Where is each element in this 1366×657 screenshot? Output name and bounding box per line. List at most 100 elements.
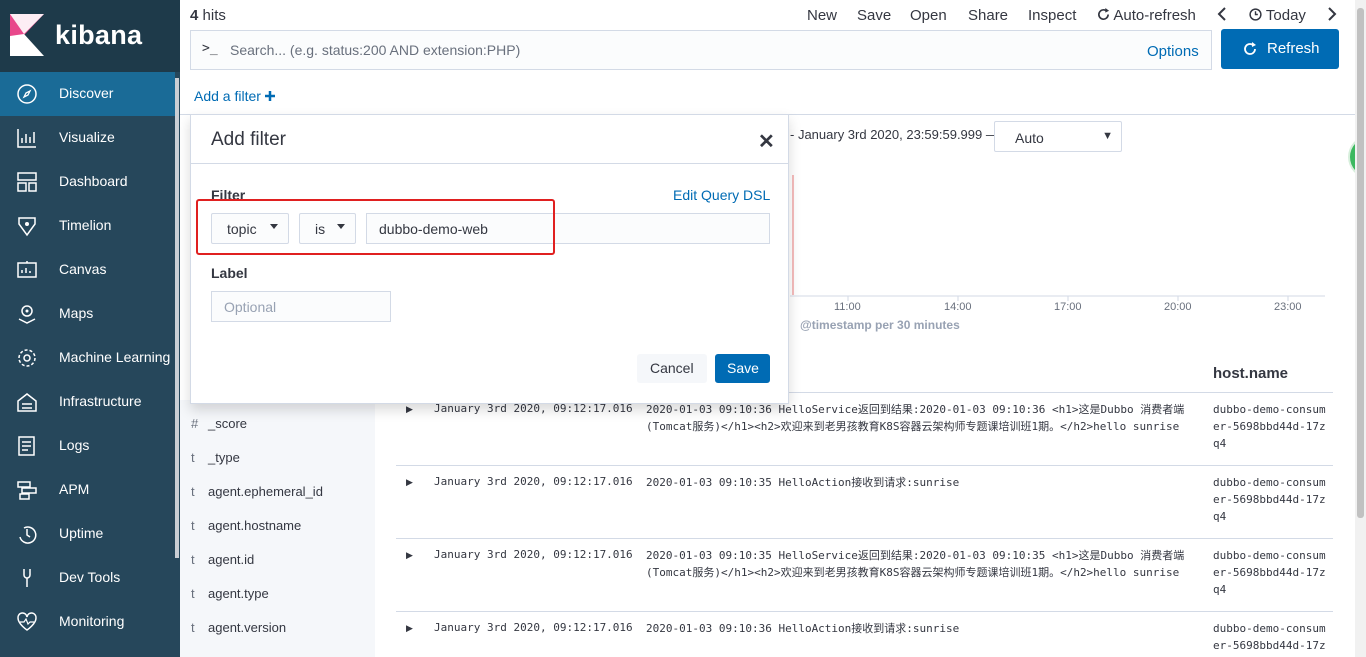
query-language-icon: >_ <box>202 41 218 56</box>
doc-message: 2020-01-03 09:10:36 HelloService返回到结果:20… <box>646 403 1185 433</box>
sidebar-item-logs[interactable]: Logs <box>0 424 175 468</box>
field-item[interactable]: t _type <box>191 450 240 465</box>
doc-timestamp: January 3rd 2020, 09:12:17.016 <box>434 548 633 561</box>
cancel-button[interactable]: Cancel <box>637 354 707 383</box>
save-button[interactable]: Save <box>715 354 770 383</box>
sidebar-item-label: Maps <box>59 305 94 321</box>
sidebar-item-infrastructure[interactable]: Infrastructure <box>0 380 175 424</box>
maps-icon <box>18 305 36 324</box>
field-item[interactable]: t agent.hostname <box>191 518 301 533</box>
field-type-icon: t <box>191 484 195 499</box>
x-tick-label: 14:00 <box>944 301 972 313</box>
x-tick-label: 20:00 <box>1164 301 1192 313</box>
popover-title: Add filter <box>211 129 286 150</box>
menu-new[interactable]: New <box>807 7 837 24</box>
time-picker[interactable]: Today <box>1249 7 1306 24</box>
search-bar[interactable]: >_ Search... (e.g. status:200 AND extens… <box>190 30 1212 70</box>
custom-label-input[interactable]: Optional <box>211 291 391 322</box>
field-item[interactable]: # _score <box>191 416 247 431</box>
field-type-icon: t <box>191 518 195 533</box>
canvas-icon <box>17 261 37 278</box>
menu-save[interactable]: Save <box>857 7 891 24</box>
chevron-right-icon <box>1328 7 1337 21</box>
refresh-icon <box>1244 42 1256 55</box>
sidebar-item-visualize[interactable]: Visualize <box>0 116 175 160</box>
page-scrollbar-thumb[interactable] <box>1357 8 1364 518</box>
column-header-host-name[interactable]: host.name <box>1213 365 1288 382</box>
sidebar-item-label: Dashboard <box>59 173 128 189</box>
dashboard-icon <box>17 172 37 192</box>
doc-timestamp: January 3rd 2020, 09:12:17.016 <box>434 475 633 488</box>
uptime-icon <box>19 526 37 544</box>
expand-row-icon[interactable]: ▶ <box>406 623 413 634</box>
wrench-icon <box>23 569 31 587</box>
caret-down-icon: ▼ <box>1102 130 1113 142</box>
close-icon[interactable]: ✕ <box>758 129 775 154</box>
timelion-icon <box>18 217 36 237</box>
sidebar-item-machine-learning[interactable]: Machine Learning <box>0 336 175 380</box>
annotation-highlight <box>196 199 555 255</box>
add-filter-link[interactable]: Add a filter <box>194 88 275 104</box>
edit-query-dsl-link[interactable]: Edit Query DSL <box>673 187 770 203</box>
chevron-left-icon <box>1217 7 1226 21</box>
doc-host: dubbo-demo-consumer-5698bbd44d-17zq4 <box>1213 476 1326 523</box>
histogram-chart <box>790 175 1325 301</box>
expand-row-icon[interactable]: ▶ <box>406 404 413 415</box>
sidebar-item-dev-tools[interactable]: Dev Tools <box>0 556 175 600</box>
expand-row-icon[interactable]: ▶ <box>406 477 413 488</box>
doc-host: dubbo-demo-consumer-5698bbd44d-17zq4 <box>1213 622 1326 657</box>
sidebar-item-canvas[interactable]: Canvas <box>0 248 175 292</box>
menu-inspect[interactable]: Inspect <box>1028 7 1076 24</box>
doc-message: 2020-01-03 09:10:35 HelloService返回到结果:20… <box>646 549 1185 579</box>
sidebar-item-label: Discover <box>59 85 114 101</box>
auto-refresh-button[interactable]: Auto-refresh <box>1097 7 1196 24</box>
doc-timestamp: January 3rd 2020, 09:12:17.016 <box>434 621 633 634</box>
sidebar-item-monitoring[interactable]: Monitoring <box>0 600 175 644</box>
field-item[interactable]: t agent.id <box>191 552 254 567</box>
sidebar-item-discover[interactable]: Discover <box>0 72 175 116</box>
x-tick-label: 23:00 <box>1274 301 1302 313</box>
sidebar-item-timelion[interactable]: Timelion <box>0 204 175 248</box>
expand-row-icon[interactable]: ▶ <box>406 550 413 561</box>
sidebar-item-apm[interactable]: APM <box>0 468 175 512</box>
field-type-icon: t <box>191 586 195 601</box>
search-options-link[interactable]: Options <box>1147 43 1199 60</box>
sidebar-scrollbar[interactable] <box>175 78 179 558</box>
menu-share[interactable]: Share <box>968 7 1008 24</box>
field-item[interactable]: t agent.ephemeral_id <box>191 484 323 499</box>
custom-label-placeholder: Optional <box>224 299 277 315</box>
time-prev-button[interactable] <box>1217 7 1227 25</box>
heartbeat-icon <box>17 612 37 631</box>
sidebar: kibana Discover Visualize Dashboard Time… <box>0 0 180 657</box>
time-picker-label: Today <box>1265 7 1306 24</box>
add-filter-popover: Add filter ✕ Filter Edit Query DSL topic… <box>190 114 789 404</box>
x-axis-label: @timestamp per 30 minutes <box>800 318 960 332</box>
sidebar-item-label: Uptime <box>59 525 104 541</box>
time-next-button[interactable] <box>1327 7 1337 25</box>
search-input[interactable]: Search... (e.g. status:200 AND extension… <box>230 42 520 58</box>
menu-open[interactable]: Open <box>910 7 947 24</box>
field-type-icon: t <box>191 450 195 465</box>
field-item[interactable]: t agent.type <box>191 586 269 601</box>
hits-count: 4 hits <box>190 7 226 24</box>
field-item[interactable]: t agent.version <box>191 620 286 635</box>
sidebar-item-label: Infrastructure <box>59 393 142 409</box>
interval-select[interactable]: Auto ▼ <box>994 121 1122 152</box>
sidebar-item-uptime[interactable]: Uptime <box>0 512 175 556</box>
refresh-icon <box>1098 8 1110 20</box>
doc-host: dubbo-demo-consumer-5698bbd44d-17zq4 <box>1213 403 1326 450</box>
sidebar-item-dashboard[interactable]: Dashboard <box>0 160 175 204</box>
interval-value: Auto <box>1015 130 1044 146</box>
x-tick-label: 17:00 <box>1054 301 1082 313</box>
time-range-label: - January 3rd 2020, 23:59:59.999 — <box>790 127 999 142</box>
sidebar-item-maps[interactable]: Maps <box>0 292 175 336</box>
sidebar-item-label: Visualize <box>59 129 115 145</box>
sidebar-item-label: Monitoring <box>59 613 125 629</box>
brand[interactable]: kibana <box>0 0 180 72</box>
infrastructure-icon <box>17 393 37 412</box>
refresh-label: Refresh <box>1267 40 1320 57</box>
clock-icon <box>1249 8 1262 21</box>
field-type-icon: # <box>191 416 199 431</box>
refresh-button[interactable]: Refresh <box>1221 29 1339 69</box>
sidebar-item-label: Canvas <box>59 261 107 277</box>
